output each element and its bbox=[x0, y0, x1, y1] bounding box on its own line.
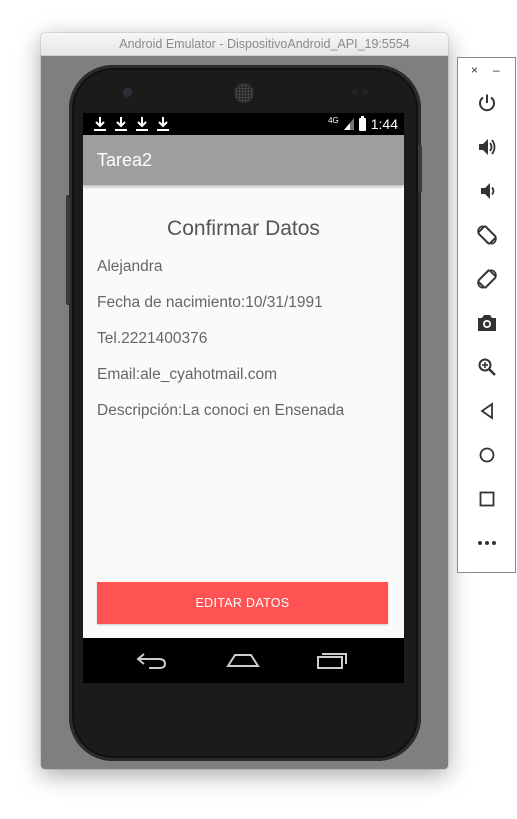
sensor-2 bbox=[363, 90, 368, 95]
toolbar-minimize-button[interactable]: – bbox=[493, 63, 500, 77]
phone-frame: 4G 1:44 Tarea2 Confirmar Datos Alejandra… bbox=[66, 65, 422, 761]
screenshot-button[interactable] bbox=[476, 312, 498, 334]
sensor-1 bbox=[352, 90, 357, 95]
back-icon bbox=[480, 402, 493, 420]
rotate-left-button[interactable] bbox=[476, 224, 498, 246]
name-text: Alejandra bbox=[97, 258, 163, 275]
volume-up-icon bbox=[479, 139, 496, 155]
device-screen[interactable]: 4G 1:44 Tarea2 Confirmar Datos Alejandra… bbox=[83, 113, 404, 683]
download-icon bbox=[136, 117, 148, 131]
home-button[interactable] bbox=[476, 444, 498, 466]
download-icon bbox=[115, 117, 127, 131]
power-button[interactable] bbox=[476, 92, 498, 114]
rotate-left-icon bbox=[477, 225, 497, 245]
rotate-right-icon bbox=[477, 269, 497, 289]
download-icon bbox=[157, 117, 169, 131]
earpiece-speaker bbox=[234, 83, 254, 103]
download-icon bbox=[94, 117, 106, 131]
volume-up-button[interactable] bbox=[476, 136, 498, 158]
power-button-hw bbox=[418, 145, 422, 193]
overview-icon bbox=[479, 491, 495, 507]
phone-text: Tel.2221400376 bbox=[97, 330, 208, 347]
notification-icons bbox=[93, 115, 170, 132]
clock: 1:44 bbox=[370, 116, 398, 132]
more-button[interactable] bbox=[476, 532, 498, 554]
battery-icon bbox=[358, 115, 366, 131]
zoom-button[interactable] bbox=[476, 356, 498, 378]
signal-icon bbox=[343, 118, 354, 130]
home-icon bbox=[479, 447, 495, 463]
nav-home-icon[interactable] bbox=[226, 649, 260, 671]
page-title: Confirmar Datos bbox=[167, 217, 320, 240]
power-icon bbox=[479, 94, 495, 112]
more-icon bbox=[478, 541, 496, 545]
network-type: 4G bbox=[328, 115, 339, 125]
back-button[interactable] bbox=[476, 400, 498, 422]
rotate-right-button[interactable] bbox=[476, 268, 498, 290]
status-bar: 4G 1:44 bbox=[83, 113, 404, 135]
email-text: Email:ale_cyahotmail.com bbox=[97, 366, 278, 383]
status-right: 4G 1:44 bbox=[328, 113, 398, 135]
volume-rocker bbox=[66, 195, 70, 305]
edit-data-button[interactable]: EDITAR DATOS bbox=[97, 582, 388, 624]
nav-recents-icon[interactable] bbox=[315, 649, 349, 671]
volume-down-icon bbox=[481, 183, 495, 199]
volume-down-button[interactable] bbox=[476, 180, 498, 202]
overview-button[interactable] bbox=[476, 488, 498, 510]
emulator-window: Android Emulator - DispositivoAndroid_AP… bbox=[41, 33, 448, 769]
app-title: Tarea2 bbox=[97, 150, 153, 170]
emulator-title: Android Emulator - DispositivoAndroid_AP… bbox=[41, 33, 448, 56]
front-camera bbox=[124, 89, 131, 96]
toolbar-close-button[interactable]: × bbox=[471, 63, 478, 77]
birth-date-text: Fecha de nacimiento:10/31/1991 bbox=[97, 294, 323, 311]
camera-icon bbox=[478, 315, 496, 331]
navigation-bar bbox=[83, 638, 404, 683]
nav-back-icon[interactable] bbox=[135, 649, 169, 671]
description-text: Descripción:La conoci en Ensenada bbox=[97, 402, 345, 419]
emulator-toolbar: × – bbox=[457, 57, 516, 573]
app-bar: Tarea2 bbox=[83, 135, 404, 185]
zoom-icon bbox=[478, 358, 496, 376]
